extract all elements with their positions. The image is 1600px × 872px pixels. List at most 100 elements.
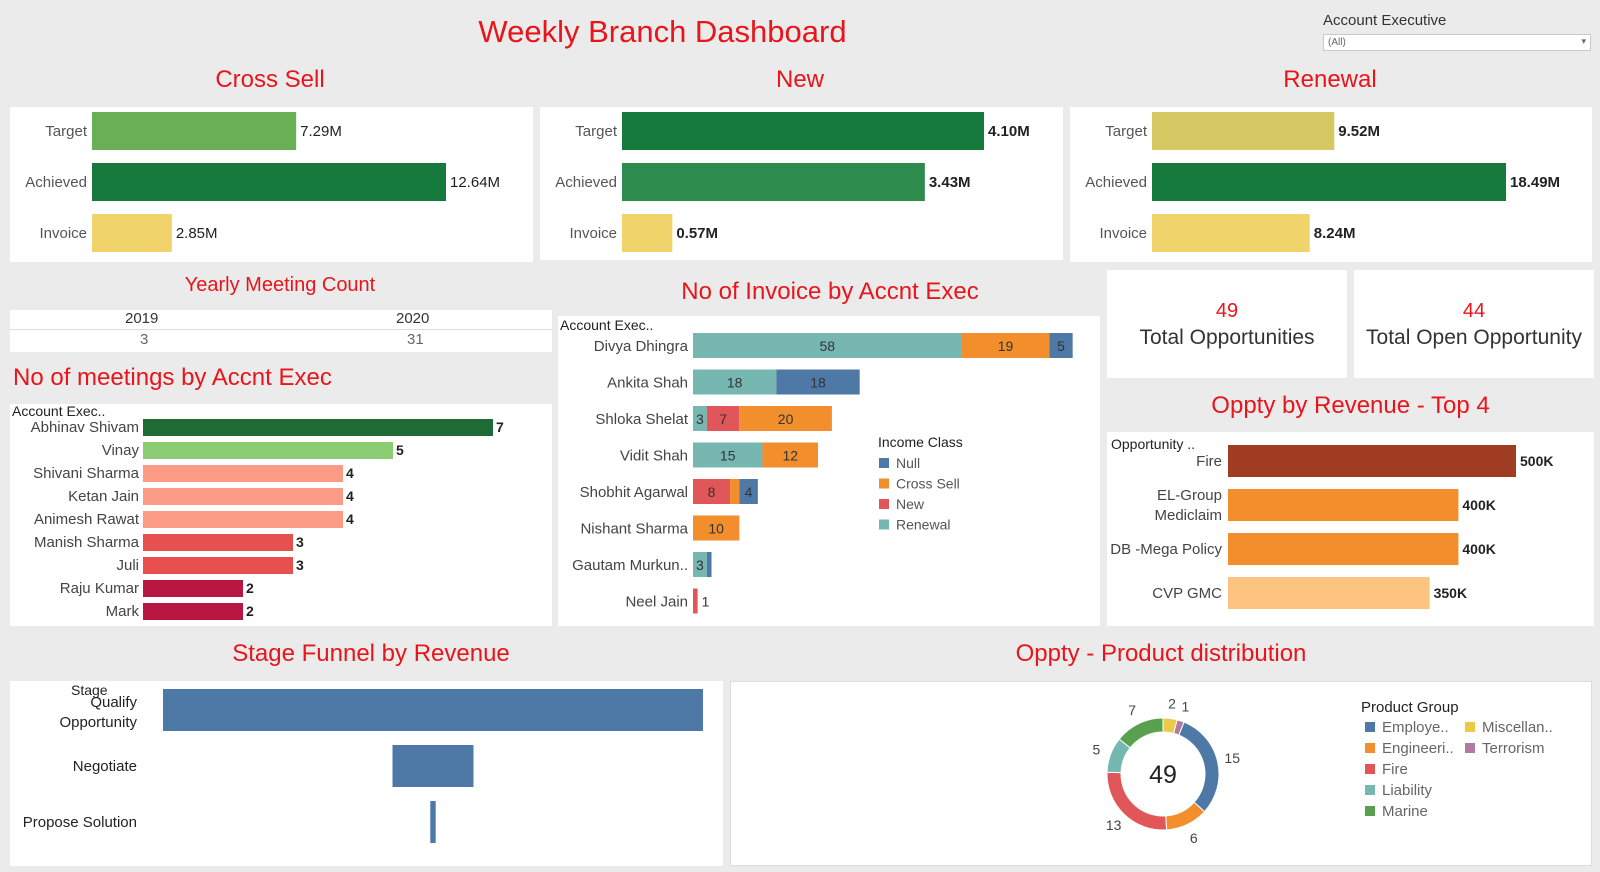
column-header: Account Exec.. — [12, 404, 105, 419]
bar — [1152, 214, 1310, 252]
bar-value: 8.24M — [1314, 225, 1356, 242]
account-executive-dropdown[interactable]: (All) ▾ — [1323, 34, 1591, 51]
legend-swatch — [1365, 743, 1375, 753]
exec-label: Manish Sharma — [34, 534, 140, 551]
exec-label: Vinay — [102, 442, 140, 459]
bar-label: Invoice — [1099, 225, 1147, 242]
legend-label: Engineeri.. — [1382, 740, 1454, 757]
segment-value: 5 — [1057, 338, 1065, 354]
segment-value: 15 — [720, 448, 736, 464]
exec-label: Mark — [106, 603, 140, 620]
exec-label: Neel Jain — [625, 594, 688, 611]
renewal-panel: Target 9.52M Achieved 18.49M Invoice 8.24M — [1070, 107, 1592, 262]
kpi-label: Total Open Opportunity — [1366, 326, 1582, 349]
product-title: Oppty - Product distribution — [1015, 640, 1307, 667]
opportunity-label: CVP GMC — [1152, 585, 1222, 602]
cross-sell-panel: Target 7.29M Achieved 12.64M Invoice 2.85M — [10, 107, 533, 262]
bar-value: 2 — [246, 603, 254, 619]
filter-label: Account Executive — [1323, 12, 1447, 29]
slice-value: 7 — [1128, 702, 1136, 718]
slice-value: 13 — [1106, 817, 1122, 833]
funnel-panel: Stage Qualify Opportunity Negotiate Propose … — [10, 681, 723, 866]
funnel-chart: StageQualifyOpportunityNegotiatePropose … — [23, 682, 703, 843]
kpi-value: 49 — [1215, 300, 1239, 322]
filter-value: (All) — [1328, 37, 1346, 48]
bar — [143, 511, 343, 528]
bar-label: Achieved — [25, 174, 87, 191]
segment-value: 1 — [702, 594, 710, 610]
legend-swatch — [1365, 806, 1375, 816]
legend-swatch — [879, 478, 889, 489]
segment-value: 20 — [778, 411, 794, 427]
stage-label: Negotiate — [73, 758, 137, 775]
exec-label: Vidit Shah — [620, 448, 688, 465]
slice-value: 1 — [1181, 699, 1189, 715]
bar — [622, 214, 673, 252]
exec-label: Gautam Murkun.. — [572, 557, 688, 574]
product-chart: 15 6 13 5 7 2 1 49 Product Group Employe.. Enginee… — [1092, 696, 1553, 846]
kpi-total-opportunities: 49 Total Opportunities — [1107, 270, 1347, 378]
bar-value: 400K — [1462, 541, 1495, 557]
cross-sell-chart: Target 7.29M Achieved 12.64M Invoice 2.85M — [25, 112, 500, 252]
bar-value: 4.10M — [988, 123, 1030, 140]
donut-slice — [1118, 717, 1164, 749]
bar-segment — [730, 479, 740, 504]
exec-label: Abhinav Shivam — [31, 419, 139, 436]
exec-label: Shobhit Agarwal — [580, 484, 688, 501]
year-count: 31 — [407, 331, 424, 348]
renewal-title: Renewal — [1283, 66, 1377, 93]
bar-label: Achieved — [1085, 174, 1147, 191]
exec-label: Shloka Shelat — [595, 411, 688, 428]
yearly-table: 2019 2020 3 31 — [10, 310, 552, 352]
bar-segment — [706, 552, 712, 577]
bar-value: 3 — [296, 557, 304, 573]
donut-slice — [1178, 721, 1220, 813]
bar-label: Invoice — [39, 225, 87, 242]
bar-value: 9.52M — [1338, 123, 1380, 140]
segment-value: 3 — [696, 411, 704, 427]
bar-value: 4 — [346, 488, 354, 504]
opportunity-label: Fire — [1196, 453, 1222, 470]
funnel-bar — [163, 689, 703, 731]
kpi-value: 44 — [1462, 300, 1486, 322]
bar — [622, 163, 925, 201]
meetings-chart: Account Exec..Abhinav Shivam 7 Vinay 5 Shiva… — [12, 403, 504, 620]
bar-value: 500K — [1520, 453, 1553, 469]
legend-swatch — [879, 458, 889, 468]
legend-title: Product Group — [1361, 699, 1459, 716]
bar-label: Achieved — [555, 174, 617, 191]
legend-label: Marine — [1382, 803, 1428, 820]
bar — [143, 442, 393, 459]
bar-value: 2.85M — [176, 225, 218, 242]
bar — [1228, 533, 1459, 565]
bar-value: 7.29M — [300, 123, 342, 140]
new-chart: Target 4.10M Achieved 3.43M Invoice 0.57M — [555, 112, 1030, 252]
segment-value: 7 — [719, 411, 727, 427]
legend-swatch — [879, 519, 889, 530]
legend-label: Miscellan.. — [1482, 719, 1553, 736]
segment-value: 19 — [998, 338, 1014, 354]
bar-segment — [693, 588, 698, 614]
bar-label: Target — [45, 123, 88, 140]
oppty-revenue-chart: Opportunity ..Fire 500K EL-Group Mediclaim 4… — [1110, 436, 1553, 609]
stage-label: Propose Solution — [23, 814, 137, 831]
opportunity-label: EL-Group — [1157, 487, 1222, 504]
bar — [143, 488, 343, 505]
oppty-revenue-panel: Opportunity .. Fire 500K EL-Group Mediclaim 4… — [1107, 432, 1594, 626]
year-count: 3 — [140, 331, 149, 348]
exec-label: Raju Kumar — [60, 580, 139, 597]
bar-value: 12.64M — [450, 174, 500, 191]
exec-label: Juli — [116, 557, 139, 574]
bar — [143, 557, 293, 574]
opportunity-label: Mediclaim — [1154, 507, 1222, 524]
product-panel: 15 6 13 5 7 2 1 49 Product Group Employe.. Enginee… — [730, 681, 1592, 866]
segment-value: 18 — [810, 375, 826, 391]
meetings-title: No of meetings by Accnt Exec — [13, 364, 332, 391]
bar-value: 4 — [346, 465, 354, 481]
exec-label: Ankita Shah — [607, 375, 688, 392]
exec-label: Animesh Rawat — [34, 511, 140, 528]
legend-label: Employe.. — [1382, 719, 1449, 736]
page-title: Weekly Branch Dashboard — [478, 14, 847, 49]
donut-total: 49 — [1149, 761, 1177, 789]
yearly-meeting-title: Yearly Meeting Count — [184, 274, 376, 296]
